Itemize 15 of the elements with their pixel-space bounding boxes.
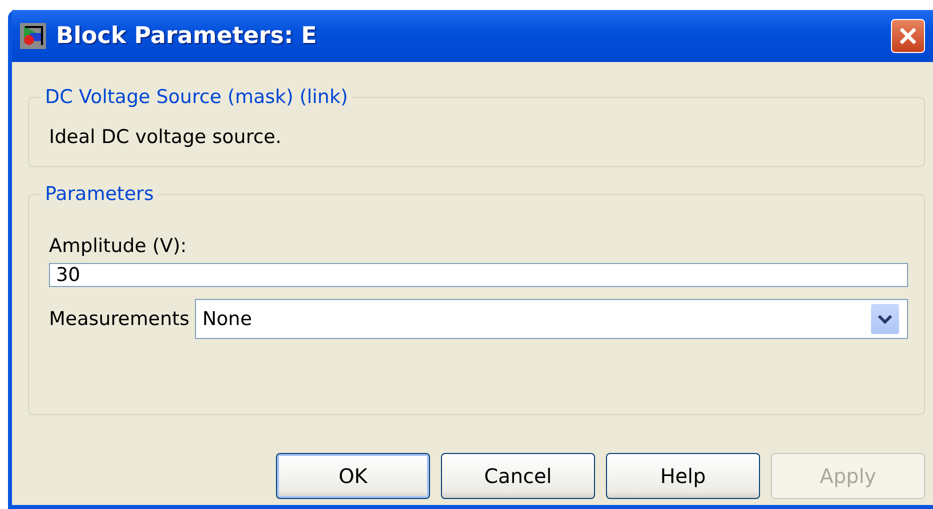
field-label: Measurements: [49, 308, 190, 330]
close-icon: [898, 26, 918, 46]
chevron-down-icon: [871, 304, 899, 334]
measurements-dropdown[interactable]: None: [195, 299, 908, 339]
block-description: Ideal DC voltage source.: [49, 125, 282, 150]
amplitude-field[interactable]: 30: [49, 263, 908, 287]
dialog-button[interactable]: Cancel: [441, 453, 595, 499]
window-title: Block Parameters: E: [56, 23, 318, 49]
field-label: Amplitude (V):: [49, 235, 188, 257]
group-title: Parameters: [44, 183, 155, 205]
block-diagram-icon: [20, 23, 46, 49]
group-title: DC Voltage Source (mask) (link): [44, 86, 349, 108]
close-button[interactable]: [891, 19, 925, 53]
dialog-button[interactable]: OK: [276, 453, 430, 499]
dialog-button[interactable]: Help: [606, 453, 760, 499]
